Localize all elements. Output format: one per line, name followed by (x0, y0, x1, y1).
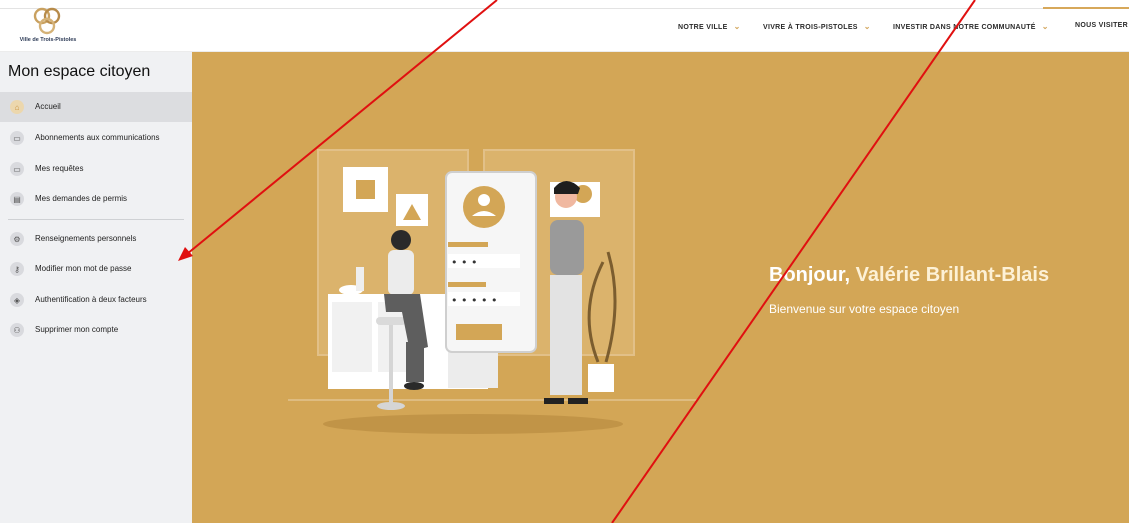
header-top-rule (0, 8, 1129, 9)
sidebar-item-label: Mes demandes de permis (35, 194, 128, 203)
shield-icon: ◈ (10, 293, 24, 307)
chevron-down-icon: ⌄ (733, 22, 741, 31)
login-illustration: • • • • • • • • (288, 149, 698, 434)
sidebar: Mon espace citoyen ⌂ Accueil ▭ Abonnemen… (0, 52, 192, 523)
nav-investir[interactable]: INVESTIR DANS NOTRE COMMUNAUTÉ ⌄ (893, 22, 1049, 31)
sidebar-item-abonnements[interactable]: ▭ Abonnements aux communications (0, 123, 192, 153)
sidebar-item-label: Renseignements personnels (35, 234, 137, 243)
sidebar-item-accueil[interactable]: ⌂ Accueil (0, 92, 192, 122)
nav-nous-visiter[interactable]: NOUS VISITER (1075, 22, 1128, 29)
welcome-text: Bienvenue sur votre espace citoyen (769, 302, 960, 316)
chevron-down-icon: ⌄ (1041, 22, 1049, 31)
nav-label: INVESTIR DANS NOTRE COMMUNAUTÉ (893, 24, 1036, 31)
chat-icon: ▭ (10, 162, 24, 176)
sidebar-item-label: Accueil (35, 102, 61, 111)
nav-label: VIVRE À TROIS-PISTOLES (763, 24, 858, 31)
chevron-down-icon: ⌄ (863, 22, 871, 31)
sidebar-item-label: Abonnements aux communications (35, 133, 160, 142)
site-header: Ville de Trois-Pistoles NOTRE VILLE ⌄ VIV… (0, 0, 1129, 52)
header-accent-bar (1043, 7, 1129, 9)
sidebar-item-renseignements[interactable]: ⚙ Renseignements personnels (0, 224, 192, 254)
chat-icon: ▭ (10, 131, 24, 145)
permit-icon: ▤ (10, 192, 24, 206)
remove-user-icon: ⚇ (10, 323, 24, 337)
sidebar-item-label: Authentification à deux facteurs (35, 295, 147, 304)
user-name: Valérie Brillant-Blais (855, 264, 1050, 286)
sidebar-divider (8, 219, 184, 220)
nav-vivre[interactable]: VIVRE À TROIS-PISTOLES ⌄ (763, 22, 871, 31)
password-mask-1: • • • (451, 256, 477, 269)
sidebar-item-supprimer[interactable]: ⚇ Supprimer mon compte (0, 315, 192, 345)
greeting-prefix: Bonjour, (769, 264, 851, 286)
sidebar-item-requetes[interactable]: ▭ Mes requêtes (0, 154, 192, 184)
sidebar-item-label: Mes requêtes (35, 164, 84, 173)
sidebar-item-label: Modifier mon mot de passe (35, 264, 132, 273)
sidebar-item-mot-de-passe[interactable]: ⚷ Modifier mon mot de passe (0, 254, 192, 284)
home-icon: ⌂ (10, 100, 24, 114)
sidebar-item-permis[interactable]: ▤ Mes demandes de permis (0, 184, 192, 214)
logo-text: Ville de Trois-Pistoles (19, 37, 77, 43)
key-icon: ⚷ (10, 262, 24, 276)
sidebar-item-authentification[interactable]: ◈ Authentification à deux facteurs (0, 285, 192, 315)
greeting: Bonjour, Valérie Brillant-Blais (769, 264, 1049, 287)
password-mask-2: • • • • • (451, 294, 497, 307)
sidebar-title: Mon espace citoyen (8, 63, 151, 80)
gear-icon: ⚙ (10, 232, 24, 246)
nav-label: NOUS VISITER (1075, 22, 1128, 29)
hero-panel: • • • • • • • • Bonjour, Valérie Brillan… (192, 52, 1129, 523)
sidebar-item-label: Supprimer mon compte (35, 325, 119, 334)
site-logo[interactable]: Ville de Trois-Pistoles (8, 4, 88, 48)
logo-rings-icon (33, 7, 61, 35)
nav-label: NOTRE VILLE (678, 24, 728, 31)
nav-notre-ville[interactable]: NOTRE VILLE ⌄ (678, 22, 741, 31)
